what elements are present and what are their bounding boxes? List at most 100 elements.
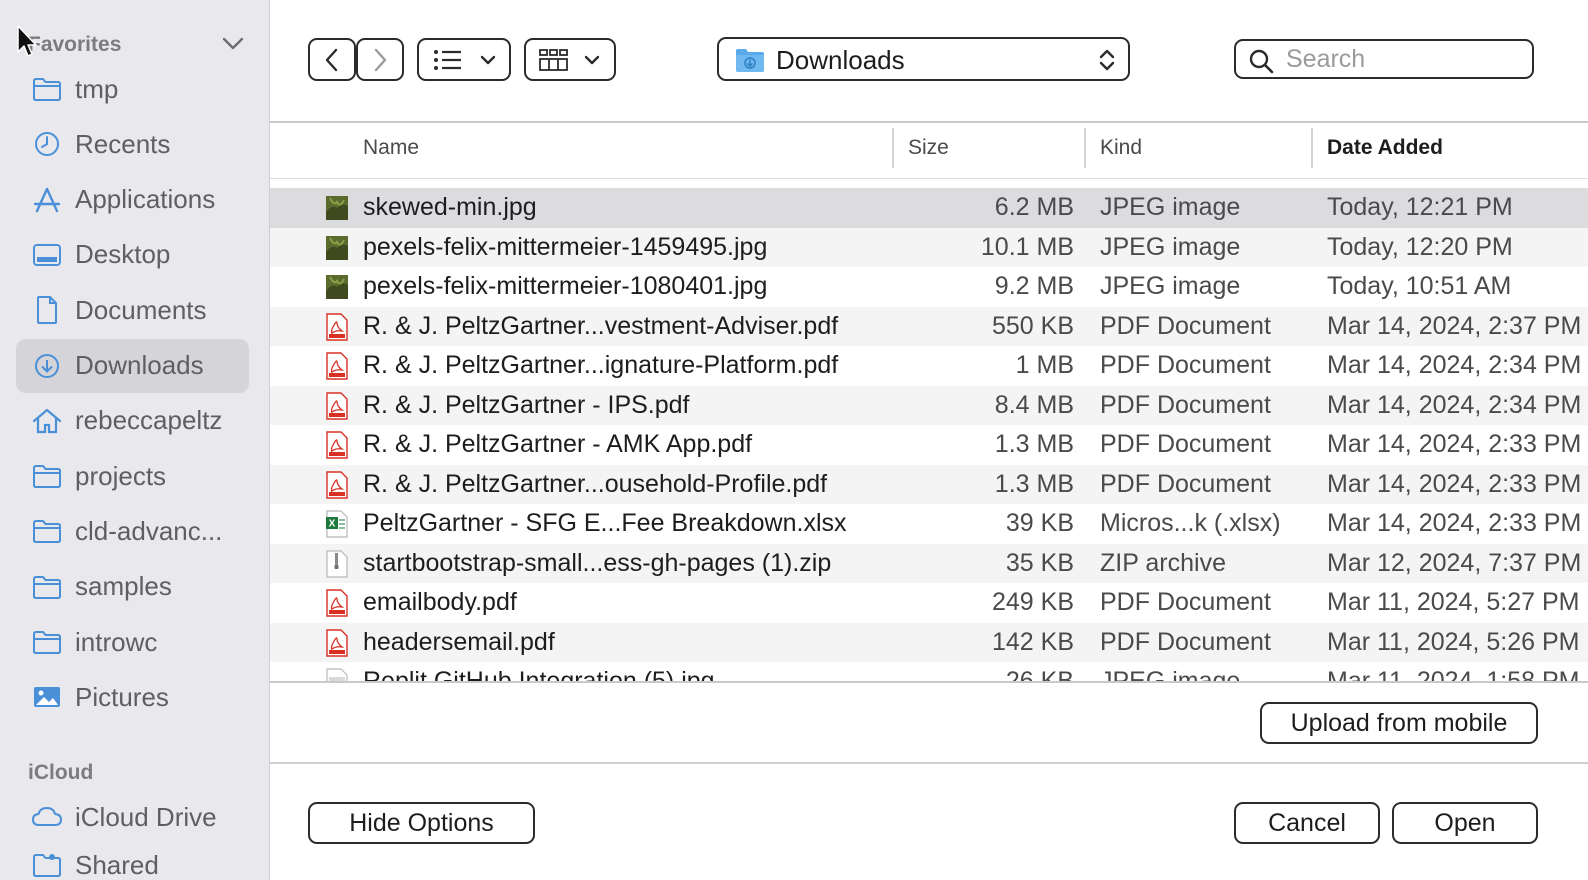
- sidebar-item-recents[interactable]: Recents: [16, 117, 249, 171]
- sidebar-item-cld-advanc[interactable]: cld-advanc...: [16, 504, 249, 558]
- sidebar-item-introwc[interactable]: introwc: [16, 615, 249, 669]
- file-name: emailbody.pdf: [363, 588, 517, 616]
- file-date-added: Today, 10:51 AM: [1327, 272, 1512, 300]
- file-name: R. & J. PeltzGartner...ousehold-Profile.…: [363, 469, 828, 498]
- sidebar-item-icloud-drive[interactable]: iCloud Drive: [16, 790, 249, 844]
- pdf-file-icon: [326, 431, 348, 459]
- cancel-button[interactable]: Cancel: [1234, 802, 1380, 844]
- pdf-file-icon: [326, 470, 348, 499]
- file-row[interactable]: pexels-felix-mittermeier-1080401.jpg 9.2 …: [270, 267, 1588, 307]
- file-size: 1.3 MB: [994, 430, 1074, 458]
- file-row[interactable]: X PeltzGartner - SFG E...Fee Breakdown.xl…: [270, 504, 1588, 544]
- file-name: skewed-min.jpg: [363, 193, 537, 221]
- column-header-kind[interactable]: Kind: [1100, 136, 1142, 160]
- sidebar-item-shared[interactable]: Shared: [16, 838, 249, 880]
- sidebar-item-label: Pictures: [75, 681, 169, 712]
- file-size: 10.1 MB: [980, 232, 1074, 261]
- view-list-dropdown[interactable]: [417, 38, 511, 81]
- hide-options-button[interactable]: Hide Options: [308, 802, 535, 844]
- updown-chevron-icon: [1099, 49, 1115, 71]
- file-date-added: Mar 11, 2024, 5:27 PM: [1327, 588, 1580, 616]
- file-size: 249 KB: [991, 588, 1074, 616]
- sidebar-item-rebeccapeltz[interactable]: rebeccapeltz: [16, 394, 249, 448]
- file-date-added: Mar 14, 2024, 2:37 PM: [1327, 311, 1582, 340]
- chevron-down-icon[interactable]: [220, 32, 246, 54]
- chevron-left-icon: [325, 48, 338, 71]
- file-kind: JPEG image: [1100, 667, 1241, 681]
- file-date-added: Mar 14, 2024, 2:34 PM: [1327, 351, 1582, 379]
- file-row[interactable]: skewed-min.jpg 6.2 MB JPEG image Today, 12:…: [270, 188, 1588, 228]
- file-date-added: Today, 12:21 PM: [1327, 193, 1513, 221]
- column-separator[interactable]: [892, 128, 894, 168]
- file-name: pexels-felix-mittermeier-1459495.jpg: [363, 232, 768, 261]
- pdf-file-icon: [326, 628, 348, 657]
- image-thumbnail-icon: [326, 196, 348, 220]
- column-header-size[interactable]: Size: [908, 136, 949, 160]
- mouse-cursor-icon: [17, 25, 37, 57]
- sidebar-item-label: Recents: [75, 128, 171, 159]
- file-date-added: Mar 12, 2024, 7:37 PM: [1327, 548, 1582, 577]
- column-separator[interactable]: [1311, 128, 1313, 168]
- column-header-date-added[interactable]: Date Added: [1327, 136, 1443, 160]
- header-bottom-divider: [270, 178, 1588, 179]
- file-name: R. & J. PeltzGartner...vestment-Adviser.…: [363, 311, 839, 340]
- open-button[interactable]: Open: [1392, 802, 1538, 844]
- cloud-icon: [31, 801, 63, 833]
- file-kind: PDF Document: [1100, 351, 1271, 379]
- sidebar-item-label: iCloud Drive: [75, 801, 217, 832]
- upload-from-mobile-button[interactable]: Upload from mobile: [1260, 702, 1538, 744]
- file-date-added: Today, 12:20 PM: [1327, 232, 1513, 261]
- file-row[interactable]: R. & J. PeltzGartner...ousehold-Profile.…: [270, 464, 1588, 504]
- file-row[interactable]: headersemail.pdf 142 KB PDF Document Mar 11…: [270, 622, 1588, 662]
- home-icon: [31, 405, 63, 437]
- file-row[interactable]: R. & J. PeltzGartner...ignature-Platform…: [270, 346, 1588, 386]
- sidebar-item-projects[interactable]: projects: [16, 449, 249, 503]
- file-date-added: Mar 14, 2024, 2:33 PM: [1327, 430, 1582, 458]
- sidebar-item-applications[interactable]: Applications: [16, 173, 249, 227]
- sidebar-item-label: rebeccapeltz: [75, 405, 223, 436]
- location-popup[interactable]: Downloads: [717, 37, 1130, 81]
- file-size: 1.3 MB: [994, 469, 1074, 498]
- folder-icon: [31, 626, 63, 658]
- group-dropdown[interactable]: [524, 38, 616, 81]
- back-button[interactable]: [308, 38, 356, 81]
- search-icon: [1249, 49, 1274, 74]
- sidebar-item-pictures[interactable]: Pictures: [16, 670, 249, 724]
- sidebar-item-samples[interactable]: samples: [16, 560, 249, 614]
- sidebar-item-tmp[interactable]: tmp: [16, 62, 249, 116]
- file-kind: PDF Document: [1100, 430, 1271, 458]
- sidebar-item-downloads[interactable]: Downloads: [16, 338, 249, 393]
- file-date-added: Mar 11, 2024, 5:26 PM: [1327, 627, 1580, 656]
- column-header-name[interactable]: Name: [363, 136, 419, 160]
- list-view-icon: [434, 49, 496, 70]
- clock-icon: [31, 128, 63, 160]
- file-row[interactable]: R. & J. PeltzGartner - IPS.pdf 8.4 MB PDF …: [270, 385, 1588, 425]
- file-row[interactable]: R. & J. PeltzGartner...vestment-Adviser.…: [270, 306, 1588, 346]
- file-row[interactable]: emailbody.pdf 249 KB PDF Document Mar 11, 2…: [270, 583, 1588, 623]
- sidebar-item-documents[interactable]: Documents: [16, 283, 249, 337]
- pictures-icon: [31, 681, 63, 713]
- sidebar-item-label: tmp: [75, 73, 119, 104]
- file-row[interactable]: startbootstrap-small...ess-gh-pages (1).…: [270, 543, 1588, 583]
- search-input[interactable]: [1286, 44, 1526, 74]
- applications-icon: [31, 184, 63, 216]
- column-separator[interactable]: [1084, 128, 1086, 168]
- desktop-icon: [31, 239, 63, 271]
- file-row[interactable]: Replit GitHub Integration (5).jpg 26 KB JP…: [270, 662, 1588, 681]
- sidebar-item-label: Applications: [75, 184, 216, 215]
- file-kind: JPEG image: [1100, 193, 1241, 221]
- forward-button[interactable]: [356, 38, 404, 81]
- file-row[interactable]: R. & J. PeltzGartner - AMK App.pdf 1.3 MB…: [270, 425, 1588, 465]
- file-kind: PDF Document: [1100, 627, 1271, 656]
- sidebar: Favorites tmp Recents Applications Desktop D…: [0, 0, 270, 880]
- file-row[interactable]: pexels-felix-mittermeier-1459495.jpg 10.1…: [270, 227, 1588, 267]
- sidebar-item-desktop[interactable]: Desktop: [16, 228, 249, 282]
- file-date-added: Mar 14, 2024, 2:33 PM: [1327, 469, 1582, 498]
- search-field[interactable]: [1234, 39, 1534, 79]
- file-kind: JPEG image: [1100, 272, 1241, 300]
- file-list: skewed-min.jpg 6.2 MB JPEG image Today, 12:…: [270, 180, 1588, 681]
- folder-icon: [31, 571, 63, 603]
- file-name: R. & J. PeltzGartner - IPS.pdf: [363, 390, 690, 419]
- downloads-folder-icon: [736, 49, 764, 72]
- file-kind: ZIP archive: [1100, 548, 1226, 577]
